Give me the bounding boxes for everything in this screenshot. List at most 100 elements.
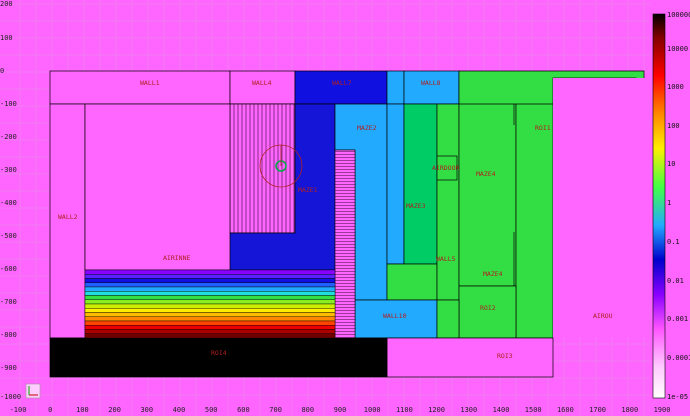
rainbow-stripe xyxy=(84,278,336,283)
x-tick-label: 700 xyxy=(269,406,282,414)
x-tick-label: 0 xyxy=(48,406,52,414)
y-tick-top: 200 xyxy=(0,0,13,8)
rainbow-stripe xyxy=(84,303,336,309)
x-tick-label: 1300 xyxy=(460,406,477,414)
x-tick-label: 200 xyxy=(108,406,121,414)
label-airdoor: AIRDOOR xyxy=(432,164,459,172)
y-tick-label: -900 xyxy=(0,364,17,372)
region-roi3 xyxy=(386,337,554,378)
x-tick-label: 100 xyxy=(76,406,89,414)
rainbow-stripe xyxy=(84,329,336,334)
region-stair-hatch xyxy=(334,149,356,339)
rainbow-stripe xyxy=(84,269,336,275)
label-wall8: WALL8 xyxy=(421,79,441,87)
label-airou: AIROU xyxy=(593,312,613,320)
colorbar-tick-label: 10 xyxy=(667,160,675,168)
colorbar-tick-label: 0.0001 xyxy=(667,354,690,362)
rainbow-stripe xyxy=(84,295,336,300)
rainbow-stripe xyxy=(84,291,336,296)
region-wall1 xyxy=(49,70,231,105)
colorbar-tick-label: 10000 xyxy=(667,45,688,53)
label-wall10: WALL10 xyxy=(383,312,407,320)
rainbow-stripe xyxy=(84,325,336,330)
x-tick-label: 1400 xyxy=(493,406,510,414)
region-wall5 xyxy=(436,103,460,301)
region-maze2-col xyxy=(386,103,405,265)
x-tick-label: 1600 xyxy=(557,406,574,414)
y-tick-label: -500 xyxy=(0,232,17,240)
region-wall8 xyxy=(403,70,460,105)
label-roi3: ROI3 xyxy=(497,352,513,360)
rainbow-stripe xyxy=(84,316,336,322)
y-tick-label: -800 xyxy=(0,331,17,339)
colorbar-tick-label: 1e-05 xyxy=(667,393,688,401)
region-wall4 xyxy=(229,70,296,105)
label-maze3: MAZE3 xyxy=(406,202,426,210)
y-tick-label: 100 xyxy=(0,34,13,42)
region-maze3 xyxy=(403,103,438,265)
label-wall4: WALL4 xyxy=(252,79,272,87)
x-tick-label: 1500 xyxy=(525,406,542,414)
label-maze1: MAZE1 xyxy=(298,186,318,194)
rainbow-stripe xyxy=(84,333,336,339)
label-roi4: ROI4 xyxy=(211,349,227,357)
x-tick-label: 900 xyxy=(334,406,347,414)
y-tick-label: -1000 xyxy=(0,393,21,401)
region-wall10-right xyxy=(436,299,460,339)
x-tick-label: 1800 xyxy=(621,406,638,414)
y-tick-label: -700 xyxy=(0,298,17,306)
x-tick-label: -100 xyxy=(10,406,27,414)
y-tick-label: -300 xyxy=(0,166,17,174)
region-airou xyxy=(553,78,666,338)
colorbar-tick-label: 0.001 xyxy=(667,315,688,323)
axes-orientation-icon xyxy=(25,383,41,399)
region-roi2 xyxy=(458,285,517,339)
label-roi2: ROI2 xyxy=(480,304,496,312)
x-tick-label: 300 xyxy=(140,406,153,414)
region-maze4 xyxy=(458,77,517,287)
label-airinne: AIRINNE xyxy=(163,254,190,262)
region-wall2 xyxy=(49,103,86,339)
rainbow-stripe xyxy=(84,274,336,279)
region-wall8-left xyxy=(386,70,405,105)
region-roi4 xyxy=(49,337,388,378)
rainbow-stripe xyxy=(84,286,336,292)
colorbar-top-label: 100000 xyxy=(667,11,690,19)
rainbow-stripe xyxy=(84,320,336,326)
geometry-plot: WALL1 WALL4 WALL7 WALL8 WALL2 MAZE1 MAZE… xyxy=(0,0,690,416)
label-roi1: ROI1 xyxy=(535,124,551,132)
x-tick-label: 500 xyxy=(205,406,218,414)
label-wall1: WALL1 xyxy=(140,79,160,87)
rainbow-stripe xyxy=(84,299,336,305)
rainbow-stripe xyxy=(84,308,336,313)
y-tick-label: 0 xyxy=(0,67,4,75)
y-tick-label: -600 xyxy=(0,265,17,273)
rainbow-stripe xyxy=(84,312,336,317)
colorbar-tick-label: 1000 xyxy=(667,83,684,91)
region-wall7 xyxy=(294,70,388,105)
label-wall7: WALL7 xyxy=(332,79,352,87)
label-wall5: WALL5 xyxy=(436,255,456,263)
label-maze2: MAZE2 xyxy=(357,124,377,132)
x-tick-label: 800 xyxy=(301,406,314,414)
colorbar-tick-label: 1 xyxy=(667,199,671,207)
colorbar-gradient xyxy=(652,13,666,399)
x-tick-label: 400 xyxy=(173,406,186,414)
x-tick-label: 1900 xyxy=(654,406,671,414)
label-maze4-upper: MAZE4 xyxy=(476,170,496,178)
y-tick-label: -100 xyxy=(0,100,17,108)
region-roi1 xyxy=(515,77,554,339)
x-axis: -100 0 100 200 300 400 500 600 700 800 900 1000 1100… xyxy=(10,406,671,414)
rainbow-stripe xyxy=(84,282,336,288)
region-rainbow-band xyxy=(84,269,336,339)
x-tick-label: 600 xyxy=(237,406,250,414)
y-tick-label: -400 xyxy=(0,199,17,207)
colorbar-tick-label: 100 xyxy=(667,122,680,130)
label-wall2: WALL2 xyxy=(58,213,78,221)
label-maze4-lower: MAZE4 xyxy=(483,270,503,278)
colorbar-tick-label: 0.01 xyxy=(667,277,684,285)
y-tick-label: -200 xyxy=(0,133,17,141)
x-tick-label: 1200 xyxy=(428,406,445,414)
x-tick-label: 1000 xyxy=(364,406,381,414)
colorbar-tick-label: 0.1 xyxy=(667,238,680,246)
